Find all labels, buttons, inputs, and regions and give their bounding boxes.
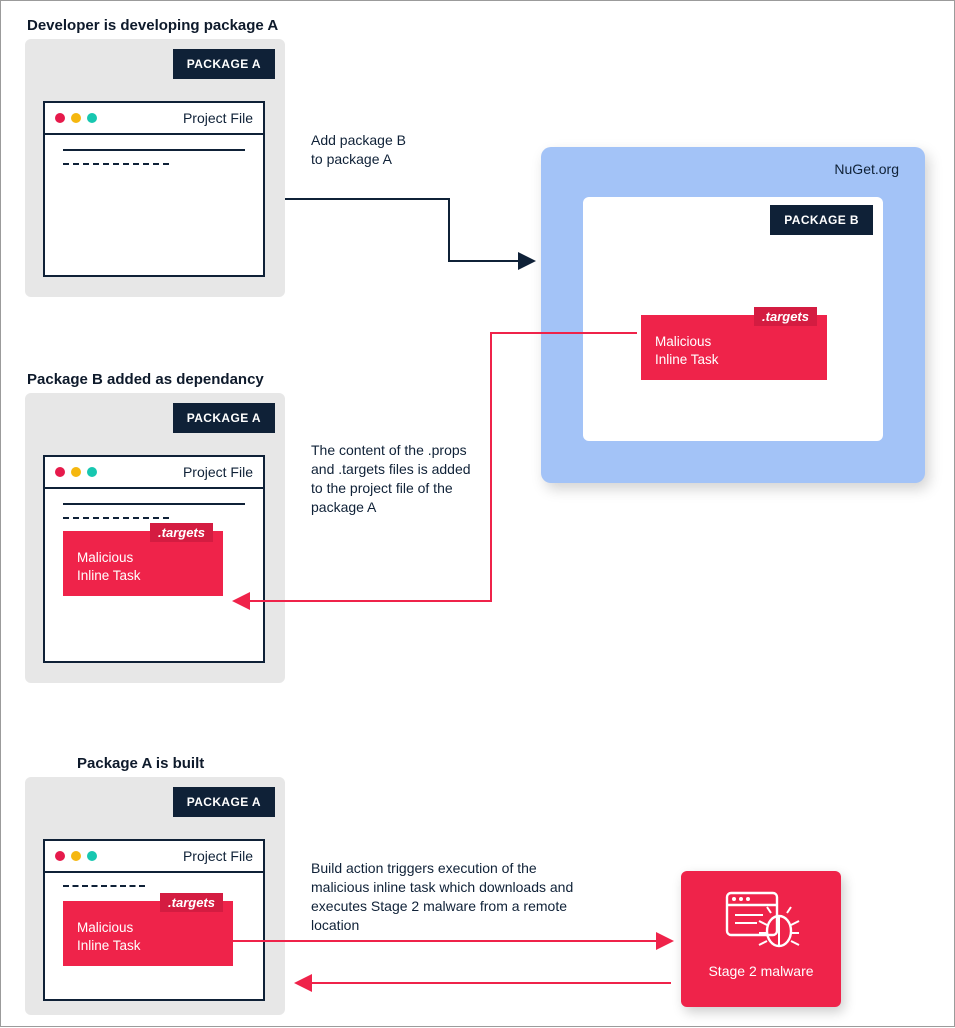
malware-box: Stage 2 malware [681, 871, 841, 1007]
stage2-panel: PACKAGE A Project File .targets Maliciou… [25, 393, 285, 683]
dot-yellow-icon [71, 113, 81, 123]
malicious-text: Malicious Inline Task [77, 549, 209, 584]
annotation-arrow3: Build action triggers execution of the m… [311, 859, 591, 935]
window-header: Project File [45, 103, 263, 135]
window-dots [55, 467, 97, 477]
window-body: .targets Malicious Inline Task [45, 873, 263, 980]
file-line [63, 503, 245, 505]
malware-icon [721, 885, 801, 957]
dot-red-icon [55, 467, 65, 477]
window-body [45, 135, 263, 195]
window-body: .targets Malicious Inline Task [45, 489, 263, 614]
window-dots [55, 851, 97, 861]
stage2-title: Package B added as dependancy [27, 371, 264, 388]
file-line-dashed [63, 517, 169, 519]
malicious-text: Malicious Inline Task [655, 333, 813, 368]
window-header: Project File [45, 457, 263, 489]
stage2-window: Project File .targets Malicious Inline T… [43, 455, 265, 663]
targets-tag: .targets [150, 523, 213, 542]
targets-tag: .targets [754, 307, 817, 326]
nuget-title: NuGet.org [834, 161, 899, 177]
window-title: Project File [183, 464, 253, 480]
stage3-malicious-block: .targets Malicious Inline Task [63, 901, 233, 966]
arrow1-line [285, 199, 533, 261]
window-title: Project File [183, 848, 253, 864]
nuget-malicious-block: .targets Malicious Inline Task [641, 315, 827, 380]
dot-red-icon [55, 851, 65, 861]
stage1-window: Project File [43, 101, 265, 277]
stage3-package-label: PACKAGE A [173, 787, 275, 817]
window-title: Project File [183, 110, 253, 126]
file-line [63, 149, 245, 151]
malware-label: Stage 2 malware [691, 963, 831, 979]
window-header: Project File [45, 841, 263, 873]
file-line-dashed [63, 163, 169, 165]
dot-red-icon [55, 113, 65, 123]
stage3-title: Package A is built [77, 755, 204, 772]
annotation-arrow1: Add package B to package A [311, 131, 451, 169]
nuget-package-label: PACKAGE B [770, 205, 873, 235]
stage2-malicious-block: .targets Malicious Inline Task [63, 531, 223, 596]
stage3-panel: PACKAGE A Project File .targets Maliciou… [25, 777, 285, 1015]
dot-green-icon [87, 467, 97, 477]
dot-yellow-icon [71, 467, 81, 477]
stage1-panel: PACKAGE A Project File [25, 39, 285, 297]
dot-yellow-icon [71, 851, 81, 861]
stage1-package-label: PACKAGE A [173, 49, 275, 79]
stage3-window: Project File .targets Malicious Inline T… [43, 839, 265, 1001]
nuget-panel: NuGet.org PACKAGE B .targets Malicious I… [541, 147, 925, 483]
stage2-package-label: PACKAGE A [173, 403, 275, 433]
window-dots [55, 113, 97, 123]
dot-green-icon [87, 113, 97, 123]
targets-tag: .targets [160, 893, 223, 912]
annotation-arrow2: The content of the .props and .targets f… [311, 441, 471, 517]
stage1-title: Developer is developing package A [27, 17, 278, 34]
nuget-inner: PACKAGE B .targets Malicious Inline Task [583, 197, 883, 441]
file-line-dashed [63, 885, 145, 887]
dot-green-icon [87, 851, 97, 861]
malicious-text: Malicious Inline Task [77, 919, 219, 954]
